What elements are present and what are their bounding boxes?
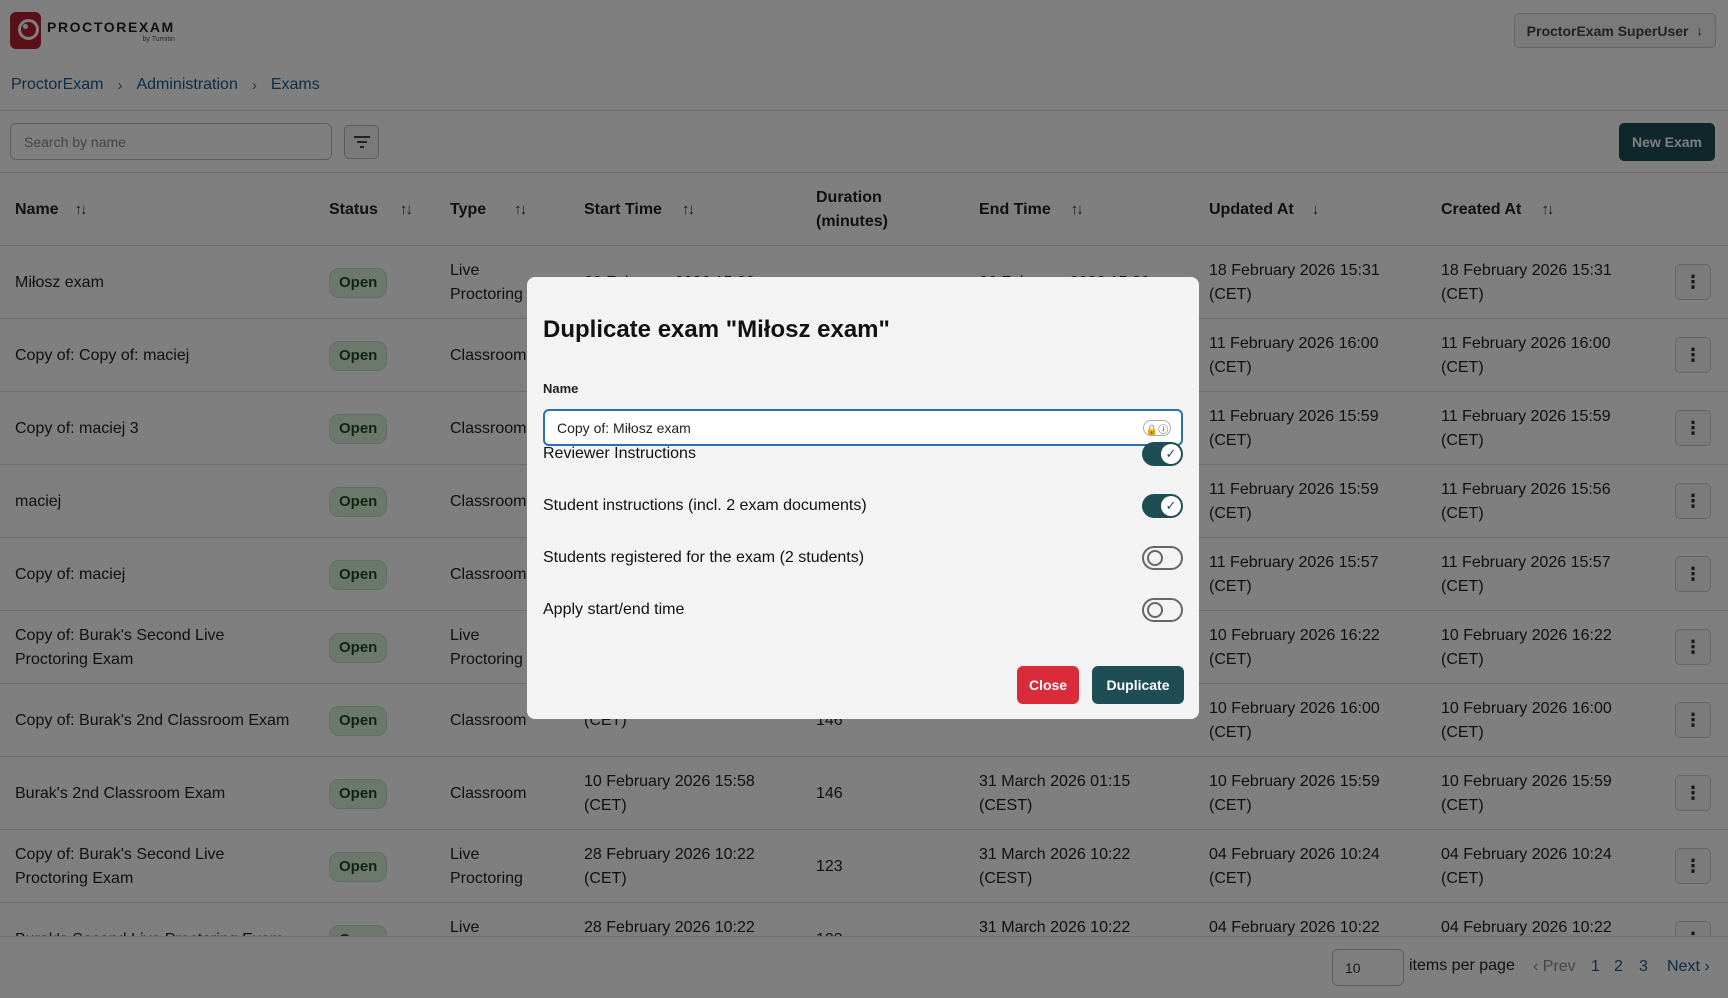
duplicate-option: Apply start/end time xyxy=(543,595,1183,625)
toggle-switch[interactable]: ✓ xyxy=(1142,442,1183,466)
duplicate-option: Students registered for the exam (2 stud… xyxy=(543,543,1183,573)
toggle-knob xyxy=(1147,602,1163,618)
duplicate-button[interactable]: Duplicate xyxy=(1092,666,1184,704)
toggle-switch[interactable]: ✓ xyxy=(1142,494,1183,518)
dialog-title: Duplicate exam "Miłosz exam" xyxy=(543,316,890,343)
duplicate-option: Reviewer Instructions ✓ xyxy=(543,439,1183,469)
duplicate-exam-dialog: Duplicate exam "Miłosz exam" Name Copy o… xyxy=(527,277,1199,719)
toggle-knob xyxy=(1147,550,1163,566)
option-label: Apply start/end time xyxy=(543,601,685,618)
check-icon: ✓ xyxy=(1161,496,1181,516)
toggle-switch[interactable] xyxy=(1142,598,1183,622)
option-label: Reviewer Instructions xyxy=(543,445,696,462)
name-field-label: Name xyxy=(543,381,579,396)
check-icon: ✓ xyxy=(1161,444,1181,464)
toggle-switch[interactable] xyxy=(1142,546,1183,570)
close-button[interactable]: Close xyxy=(1017,666,1079,704)
option-label: Students registered for the exam (2 stud… xyxy=(543,549,865,566)
option-label: Student instructions (incl. 2 exam docum… xyxy=(543,497,867,514)
duplicate-option: Student instructions (incl. 2 exam docum… xyxy=(543,491,1183,521)
